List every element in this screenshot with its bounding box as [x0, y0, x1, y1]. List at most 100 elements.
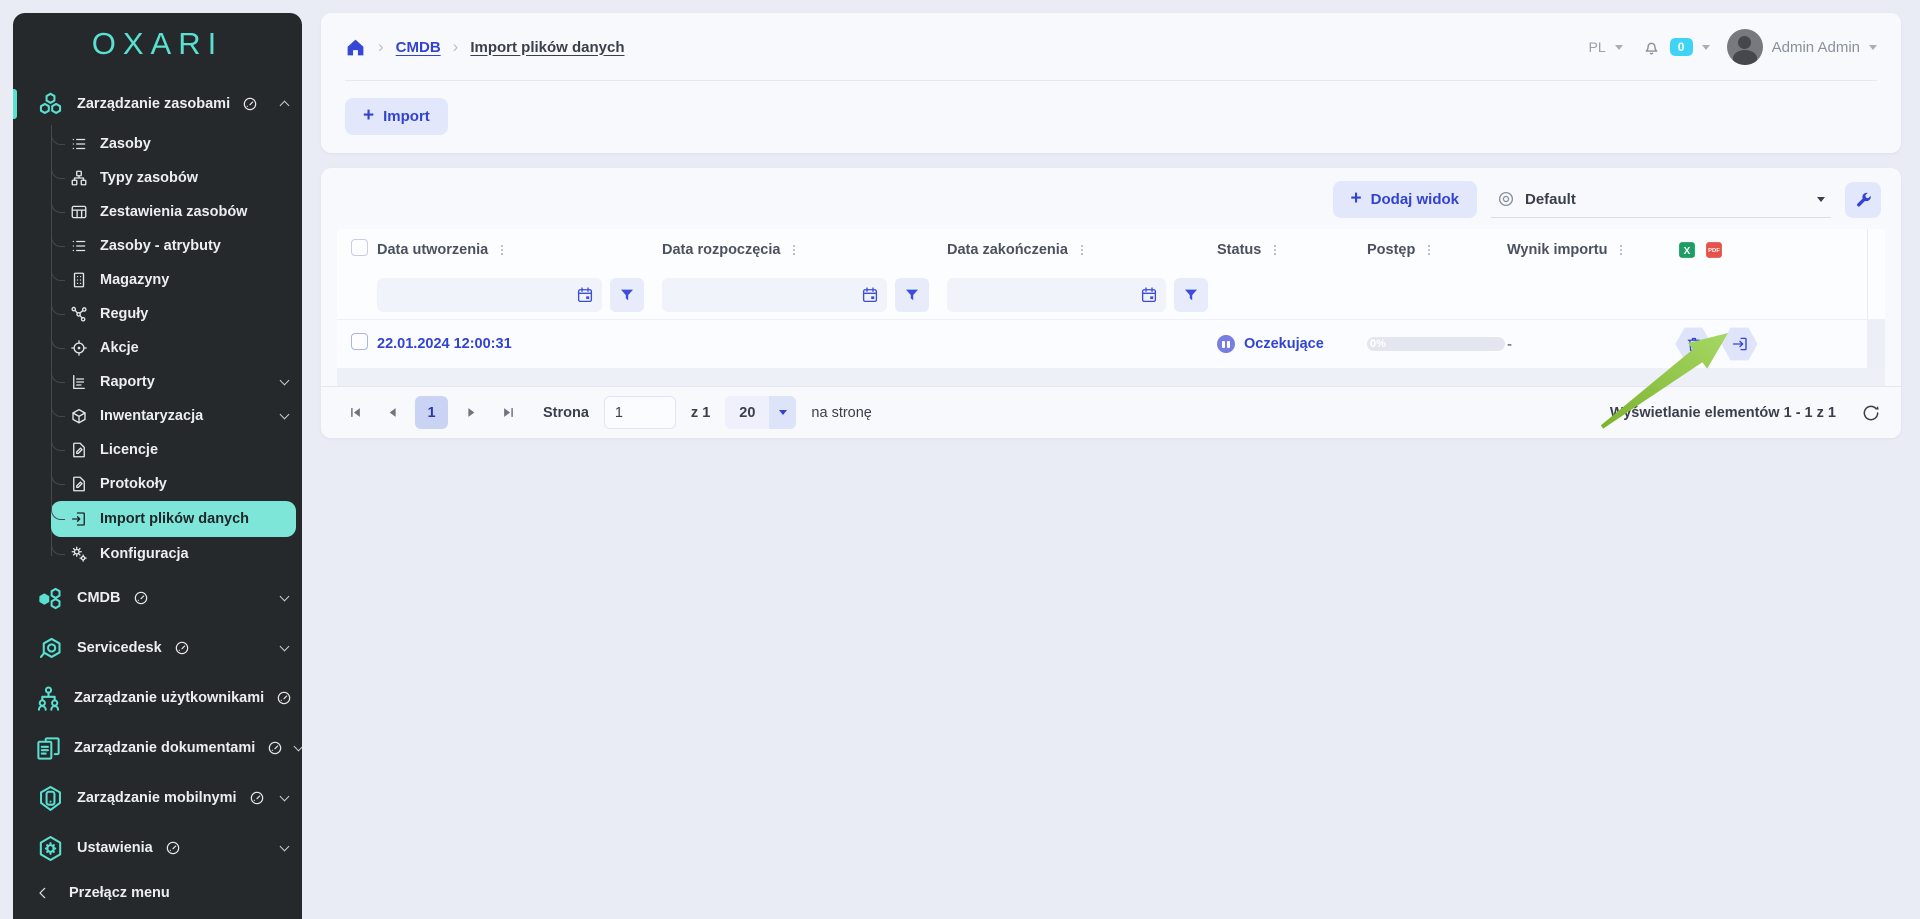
column-menu-icon[interactable]	[1420, 241, 1438, 259]
filter-funnel-icon[interactable]	[895, 278, 929, 312]
row-checkbox[interactable]	[351, 333, 368, 350]
page-size-select[interactable]: 20	[725, 396, 796, 429]
breadcrumb: › CMDB › Import plików danych	[345, 37, 625, 58]
page-number-button[interactable]: 1	[415, 396, 448, 429]
last-page-button[interactable]	[494, 399, 522, 427]
created-date-filter-input[interactable]	[387, 287, 574, 303]
excel-file-icon: X	[1677, 240, 1697, 260]
table-row[interactable]: 22.01.2024 12:00:31 Oczekujące 0% -	[337, 319, 1885, 369]
calendar-icon[interactable]	[574, 284, 596, 306]
sidebar-item-licencje[interactable]: Licencje	[51, 433, 296, 467]
delete-row-button[interactable]	[1675, 327, 1712, 361]
gauge-icon	[133, 590, 149, 606]
chevron-down-icon[interactable]	[1869, 45, 1877, 50]
add-view-button[interactable]: + Dodaj widok	[1333, 181, 1477, 218]
app-logo[interactable]: OXARI	[13, 13, 302, 75]
chevron-left-icon	[35, 885, 51, 901]
gauge-icon	[165, 840, 181, 856]
column-label: Wynik importu	[1507, 242, 1607, 258]
bell-icon[interactable]	[1642, 38, 1661, 57]
sidebar-item-reguly[interactable]: Reguły	[51, 297, 296, 331]
start-date-filter-input[interactable]	[672, 287, 859, 303]
sidebar-item-typy-zasobow[interactable]: Typy zasobów	[51, 161, 296, 195]
sidebar-item-konfiguracja[interactable]: Konfiguracja	[51, 537, 296, 571]
column-menu-icon[interactable]	[785, 241, 803, 259]
table-card: + Dodaj widok Default	[321, 168, 1901, 438]
view-icon	[1497, 190, 1515, 208]
sidebar-menu: Zarządzanie zasobami Zasoby Typy zasobów	[13, 75, 302, 873]
run-import-icon	[1731, 335, 1749, 353]
first-page-button[interactable]	[341, 399, 369, 427]
sidebar-item-zasoby-atrybuty[interactable]: Zasoby - atrybuty	[51, 229, 296, 263]
breadcrumb-separator: ›	[453, 37, 459, 57]
sidebar-item-servicedesk[interactable]: Servicedesk	[13, 625, 302, 671]
page-number-input[interactable]	[604, 396, 676, 429]
sidebar-item-akcje[interactable]: Akcje	[51, 331, 296, 365]
breadcrumb-link-cmdb[interactable]: CMDB	[396, 39, 441, 56]
end-date-filter-input[interactable]	[957, 287, 1138, 303]
user-name[interactable]: Admin Admin	[1772, 39, 1860, 56]
filter-funnel-icon[interactable]	[610, 278, 644, 312]
sidebar-item-zarzadzanie-mobilnymi[interactable]: Zarządzanie mobilnymi	[13, 775, 302, 821]
column-menu-icon[interactable]	[1266, 241, 1284, 259]
avatar[interactable]	[1727, 29, 1763, 65]
sidebar-item-cmdb[interactable]: CMDB	[13, 575, 302, 621]
home-icon[interactable]	[345, 37, 366, 58]
divider	[345, 80, 1877, 81]
sidebar: OXARI Zarządzanie zasobami Zasoby	[13, 13, 302, 919]
prev-page-button[interactable]	[378, 399, 406, 427]
license-document-icon	[69, 440, 89, 460]
trash-icon	[1685, 335, 1703, 353]
main-content: › CMDB › Import plików danych PL 0 Admin…	[321, 13, 1901, 438]
pause-circle-icon	[1217, 335, 1235, 353]
sidebar-item-raporty[interactable]: Raporty	[51, 365, 296, 399]
progress-label: 0%	[1370, 337, 1386, 351]
next-page-button[interactable]	[457, 399, 485, 427]
date-filter-field	[947, 278, 1166, 312]
column-menu-icon[interactable]	[1612, 241, 1630, 259]
breadcrumb-current[interactable]: Import plików danych	[470, 39, 624, 56]
sidebar-item-zestawienia-zasobow[interactable]: Zestawienia zasobów	[51, 195, 296, 229]
chevron-down-icon[interactable]	[1615, 45, 1623, 50]
notification-count-badge[interactable]: 0	[1670, 38, 1693, 56]
view-selector[interactable]: Default	[1491, 182, 1831, 218]
sidebar-item-zarzadzanie-zasobami[interactable]: Zarządzanie zasobami	[13, 81, 302, 127]
table-scrollbar[interactable]	[1867, 320, 1885, 368]
cmdb-icon	[35, 583, 65, 613]
run-import-button[interactable]	[1721, 327, 1758, 361]
export-excel-button[interactable]: X	[1677, 240, 1697, 260]
refresh-button[interactable]	[1861, 403, 1881, 423]
gauge-icon	[249, 790, 265, 806]
first-page-icon	[348, 405, 363, 420]
gauge-icon	[174, 640, 190, 656]
menu-toggle-button[interactable]: Przełącz menu	[13, 873, 302, 919]
calendar-icon[interactable]	[859, 284, 881, 306]
gauge-icon	[276, 690, 292, 706]
sidebar-item-zasoby[interactable]: Zasoby	[51, 127, 296, 161]
calendar-icon[interactable]	[1138, 284, 1160, 306]
sidebar-item-protokoly[interactable]: Protokoły	[51, 467, 296, 501]
page-size-value: 20	[725, 396, 769, 429]
row-created-link[interactable]: 22.01.2024 12:00:31	[377, 336, 512, 352]
select-all-checkbox[interactable]	[351, 239, 368, 256]
column-label: Postęp	[1367, 242, 1415, 258]
column-menu-icon[interactable]	[493, 241, 511, 259]
language-selector-value[interactable]: PL	[1589, 39, 1606, 55]
table-gutter	[1867, 229, 1885, 271]
view-selector-value: Default	[1525, 191, 1576, 208]
table-empty-area	[337, 369, 1885, 386]
sidebar-item-zarzadzanie-dokumentami[interactable]: Zarządzanie dokumentami	[13, 725, 302, 771]
filter-funnel-icon[interactable]	[1174, 278, 1208, 312]
table-settings-button[interactable]	[1845, 182, 1881, 218]
topbar: PL 0 Admin Admin	[1589, 29, 1878, 65]
export-pdf-button[interactable]: PDF	[1704, 240, 1724, 260]
sidebar-item-ustawienia[interactable]: Ustawienia	[13, 825, 302, 871]
column-menu-icon[interactable]	[1073, 241, 1091, 259]
sidebar-item-import-plikow-danych[interactable]: Import plików danych	[51, 501, 296, 537]
chevron-down-icon[interactable]	[1702, 45, 1710, 50]
sidebar-item-zarzadzanie-uzytkownikami[interactable]: Zarządzanie użytkownikami	[13, 675, 302, 721]
sidebar-item-magazyny[interactable]: Magazyny	[51, 263, 296, 297]
import-button[interactable]: + Import	[345, 98, 448, 135]
chevron-down-icon	[280, 592, 290, 602]
sidebar-item-inwentaryzacja[interactable]: Inwentaryzacja	[51, 399, 296, 433]
